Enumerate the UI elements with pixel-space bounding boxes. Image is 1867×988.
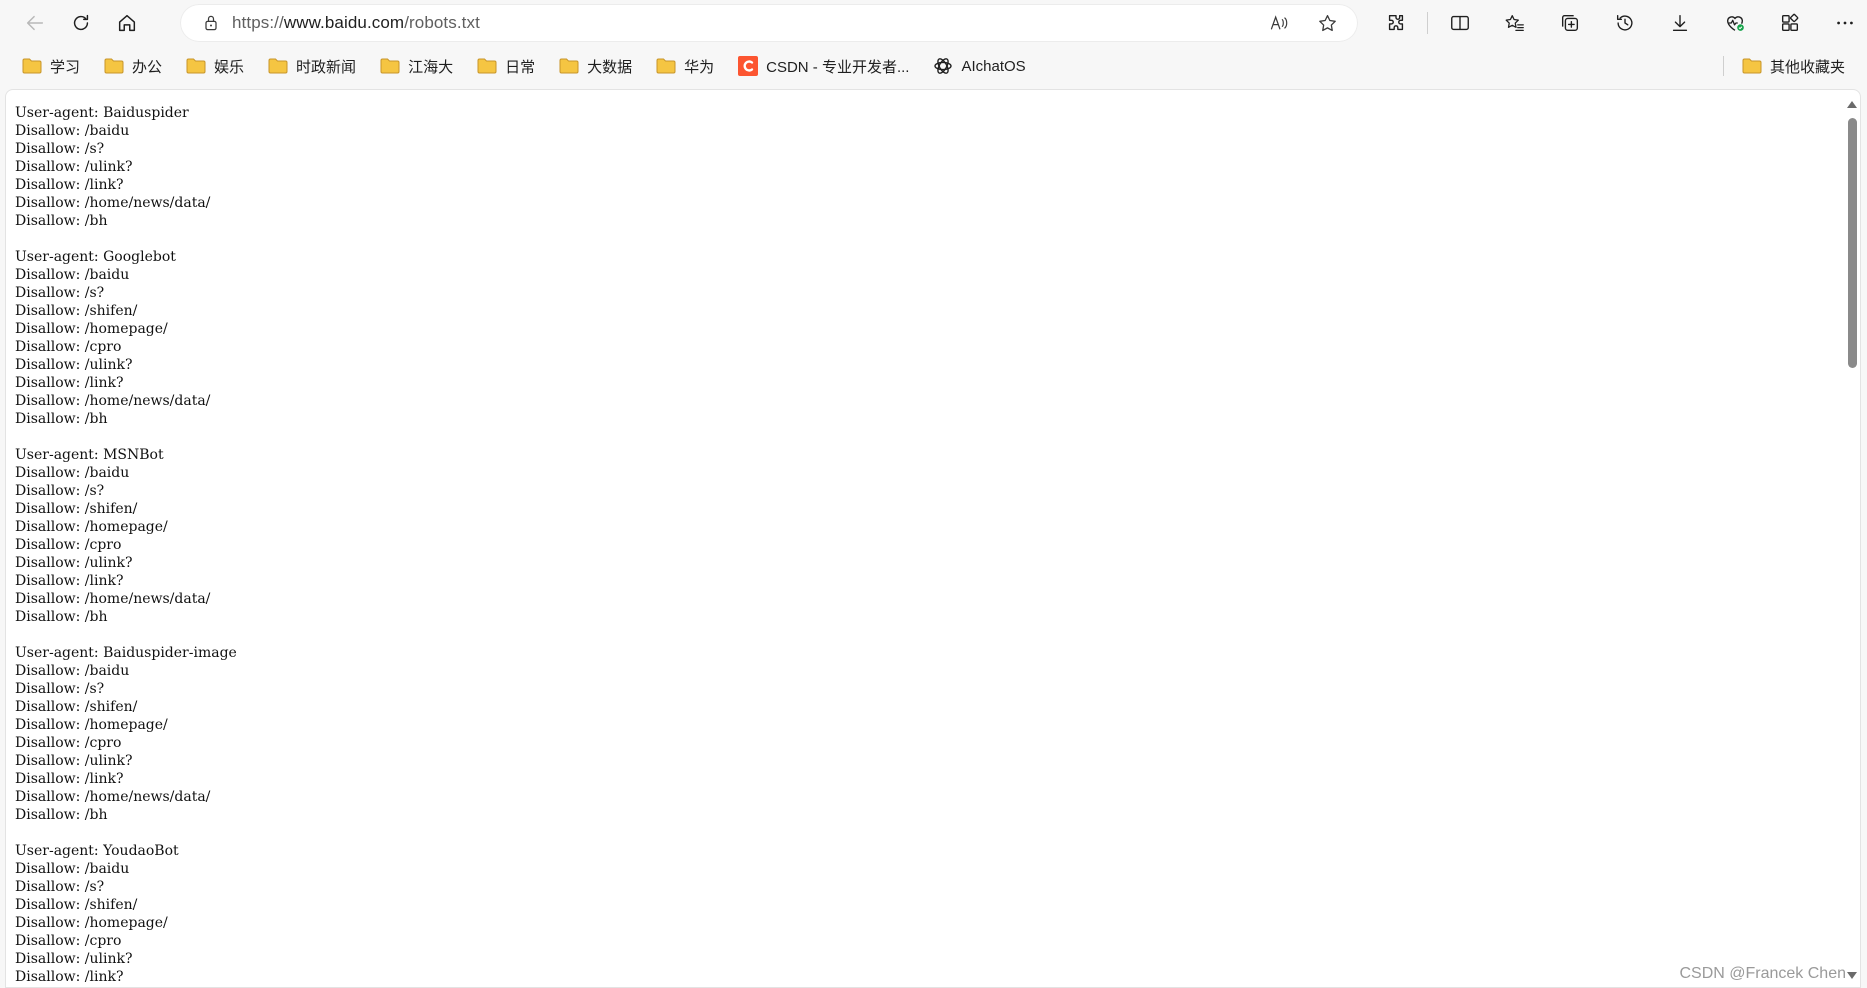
favorite-label: CSDN - 专业开发者...	[766, 58, 910, 76]
split-screen-icon	[1450, 15, 1469, 31]
favorites-list-icon	[1505, 15, 1524, 31]
favorite-folder-bangong[interactable]: 办公	[98, 51, 168, 81]
folder-icon	[268, 58, 288, 74]
folder-icon	[656, 58, 676, 74]
collections-button[interactable]	[1542, 3, 1597, 43]
heart-pulse-icon	[1726, 16, 1744, 31]
address-bar-actions	[1262, 4, 1344, 42]
robots-txt-text: User-agent: Baiduspider Disallow: /baidu…	[15, 105, 237, 985]
browser-essentials-button[interactable]	[1707, 3, 1762, 43]
history-icon	[1616, 14, 1633, 31]
lock-icon	[205, 15, 217, 31]
scroll-down-arrow-icon[interactable]	[1847, 972, 1857, 979]
url-domain: www.baidu.com	[283, 13, 405, 32]
history-button[interactable]	[1597, 3, 1652, 43]
scroll-up-arrow-icon[interactable]	[1847, 101, 1857, 108]
folder-icon	[1742, 58, 1762, 74]
back-button[interactable]	[12, 3, 58, 43]
add-favorite-button[interactable]	[1310, 6, 1344, 40]
extensions-button[interactable]	[1368, 3, 1423, 43]
favorite-folder-jianghaida[interactable]: 江海大	[374, 51, 459, 81]
favorite-link-csdn[interactable]: CSDN - 专业开发者...	[732, 51, 915, 81]
other-favorites-area: 其他收藏夹	[1722, 49, 1851, 83]
openai-icon	[934, 58, 953, 74]
address-bar[interactable]: https://www.baidu.com/robots.txt	[180, 4, 1358, 42]
folder-icon	[104, 58, 124, 74]
folder-icon	[477, 58, 497, 74]
browser-toolbar: https://www.baidu.com/robots.txt	[0, 0, 1867, 46]
vertical-scrollbar[interactable]	[1843, 90, 1860, 987]
favorite-label: 其他收藏夹	[1769, 58, 1845, 76]
favorite-label: 华为	[684, 58, 715, 76]
toolbar-divider	[1427, 12, 1428, 34]
favorite-label: 日常	[505, 58, 536, 76]
puzzle-icon	[1388, 14, 1403, 31]
favorite-label: 办公	[132, 58, 163, 76]
browser-window: https://www.baidu.com/robots.txt 学习 办公 娱…	[0, 0, 1867, 988]
folder-icon	[22, 58, 42, 74]
favorite-label: 娱乐	[214, 58, 245, 76]
favorite-label: 学习	[50, 58, 81, 76]
favorites-divider	[1722, 56, 1724, 76]
read-aloud-icon	[1270, 15, 1288, 30]
other-favorites-folder[interactable]: 其他收藏夹	[1736, 51, 1851, 81]
folder-icon	[186, 58, 206, 74]
watermark: CSDN @Francek Chen	[1679, 965, 1846, 982]
url-text[interactable]: https://www.baidu.com/robots.txt	[232, 13, 480, 33]
csdn-icon	[738, 56, 759, 76]
favorite-label: 大数据	[587, 58, 633, 76]
favorite-folder-news[interactable]: 时政新闻	[262, 51, 362, 81]
favorite-folder-yule[interactable]: 娱乐	[180, 51, 250, 81]
url-prefix: https://	[232, 13, 284, 32]
home-icon	[118, 14, 136, 32]
favorite-folder-xuexi[interactable]: 学习	[16, 51, 86, 81]
page-content: User-agent: Baiduspider Disallow: /baidu…	[5, 89, 1861, 988]
favorite-label: 江海大	[408, 58, 454, 76]
settings-more-button[interactable]	[1817, 3, 1867, 43]
apps-button[interactable]	[1762, 3, 1817, 43]
favorites-bar: 学习 办公 娱乐 时政新闻 江海大 日常 大数据 华为 CSDN - 专业开发者…	[0, 49, 1867, 83]
more-dots-icon	[1836, 21, 1853, 25]
favorite-label: 时政新闻	[296, 58, 357, 76]
favorite-link-aichatos[interactable]: AIchatOS	[927, 51, 1031, 81]
collections-icon	[1561, 14, 1578, 32]
folder-icon	[380, 58, 400, 74]
refresh-icon	[73, 14, 89, 31]
favorite-label: AIchatOS	[961, 57, 1026, 75]
favorite-folder-bigdata[interactable]: 大数据	[553, 51, 638, 81]
site-info-button[interactable]	[190, 4, 232, 42]
folder-icon	[559, 58, 579, 74]
apps-grid-icon	[1781, 13, 1798, 32]
back-arrow-icon	[26, 15, 44, 31]
home-button[interactable]	[104, 3, 150, 43]
refresh-button[interactable]	[58, 3, 104, 43]
scroll-thumb[interactable]	[1848, 118, 1857, 368]
url-path: /robots.txt	[404, 13, 480, 32]
favorites-button[interactable]	[1487, 3, 1542, 43]
star-icon	[1318, 14, 1336, 31]
favorite-folder-huawei[interactable]: 华为	[650, 51, 720, 81]
browser-tools	[1368, 3, 1867, 43]
favorite-folder-richang[interactable]: 日常	[471, 51, 541, 81]
read-aloud-button[interactable]	[1262, 6, 1296, 40]
downloads-button[interactable]	[1652, 3, 1707, 43]
split-screen-button[interactable]	[1432, 3, 1487, 43]
download-icon	[1672, 14, 1687, 32]
